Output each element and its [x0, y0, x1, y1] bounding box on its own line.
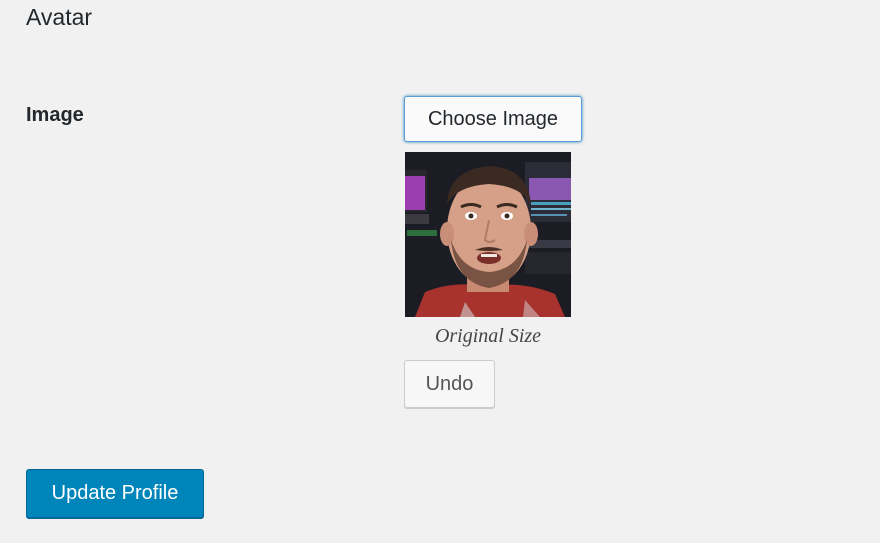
- avatar-preview: [405, 152, 571, 317]
- profile-avatar-page: Avatar Image Choose Image Original Size …: [0, 0, 880, 543]
- avatar-photo: [405, 152, 571, 317]
- image-size-caption: Original Size: [434, 325, 542, 347]
- update-profile-button[interactable]: Update Profile: [26, 469, 204, 518]
- undo-button[interactable]: Undo: [404, 360, 495, 408]
- image-field-label: Image: [26, 104, 84, 126]
- choose-image-button[interactable]: Choose Image: [404, 96, 582, 142]
- section-title: Avatar: [26, 4, 93, 30]
